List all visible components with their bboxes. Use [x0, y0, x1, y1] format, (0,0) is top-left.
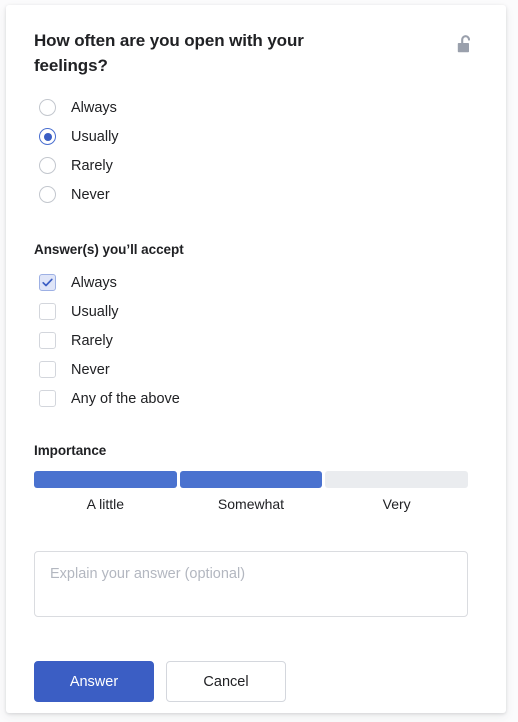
frequency-radio-group[interactable]: Always Usually Rarely Never	[34, 93, 484, 209]
checkbox-indicator-any-of-the-above[interactable]	[39, 390, 56, 407]
radio-option-always[interactable]: Always	[34, 93, 484, 122]
checkbox-label-never: Never	[71, 361, 110, 378]
importance-label-a-little: A little	[86, 496, 125, 512]
question-card: How often are you open with your feeling…	[6, 5, 506, 713]
checkbox-indicator-rarely[interactable]	[39, 332, 56, 349]
radio-label-usually: Usually	[71, 128, 119, 145]
radio-option-never[interactable]: Never	[34, 180, 484, 209]
checkbox-indicator-usually[interactable]	[39, 303, 56, 320]
checkbox-option-always[interactable]: Always	[34, 268, 484, 297]
checkbox-option-never[interactable]: Never	[34, 355, 484, 384]
radio-label-never: Never	[71, 186, 110, 203]
explain-answer-placeholder: Explain your answer (optional)	[50, 566, 246, 582]
checkbox-label-usually: Usually	[71, 303, 119, 320]
checkbox-label-rarely: Rarely	[71, 332, 113, 349]
importance-segment-very[interactable]	[325, 471, 469, 488]
importance-segment-a-little[interactable]	[34, 471, 177, 488]
radio-indicator-usually[interactable]	[39, 128, 56, 145]
importance-slider[interactable]	[34, 471, 469, 488]
checkbox-option-usually[interactable]: Usually	[34, 297, 484, 326]
radio-label-rarely: Rarely	[71, 157, 113, 174]
checkbox-indicator-never[interactable]	[39, 361, 56, 378]
card-content: How often are you open with your feeling…	[34, 28, 484, 713]
importance-slider-labels: A little Somewhat Very	[34, 496, 468, 512]
explain-answer-input[interactable]: Explain your answer (optional)	[34, 551, 468, 617]
radio-indicator-rarely[interactable]	[39, 157, 56, 174]
radio-label-always: Always	[71, 99, 117, 116]
question-header: How often are you open with your feeling…	[34, 28, 484, 78]
importance-label-very: Very	[382, 496, 411, 512]
radio-indicator-never[interactable]	[39, 186, 56, 203]
checkbox-label-always: Always	[71, 274, 117, 291]
answer-button[interactable]: Answer	[34, 661, 154, 702]
checkbox-option-rarely[interactable]: Rarely	[34, 326, 484, 355]
radio-indicator-always[interactable]	[39, 99, 56, 116]
importance-segment-somewhat[interactable]	[179, 471, 323, 488]
importance-label-somewhat: Somewhat	[217, 496, 285, 512]
checkbox-indicator-always[interactable]	[39, 274, 56, 291]
accepted-answers-section: Answer(s) you’ll accept Always Usually R…	[34, 242, 484, 413]
checkbox-label-any-of-the-above: Any of the above	[71, 390, 180, 407]
accepted-answers-heading: Answer(s) you’ll accept	[34, 242, 184, 257]
unlocked-padlock-icon[interactable]	[457, 34, 474, 60]
checkbox-option-any-of-the-above[interactable]: Any of the above	[34, 384, 484, 413]
cancel-button[interactable]: Cancel	[166, 661, 286, 702]
importance-heading: Importance	[34, 443, 107, 458]
page-title: How often are you open with your feeling…	[34, 31, 304, 75]
importance-section: Importance A little Somewhat Very	[34, 443, 484, 512]
form-actions: Answer Cancel	[34, 661, 484, 702]
radio-option-rarely[interactable]: Rarely	[34, 151, 484, 180]
radio-option-usually[interactable]: Usually	[34, 122, 484, 151]
accepted-answers-checkbox-group[interactable]: Always Usually Rarely Never Any of the a	[34, 268, 484, 413]
